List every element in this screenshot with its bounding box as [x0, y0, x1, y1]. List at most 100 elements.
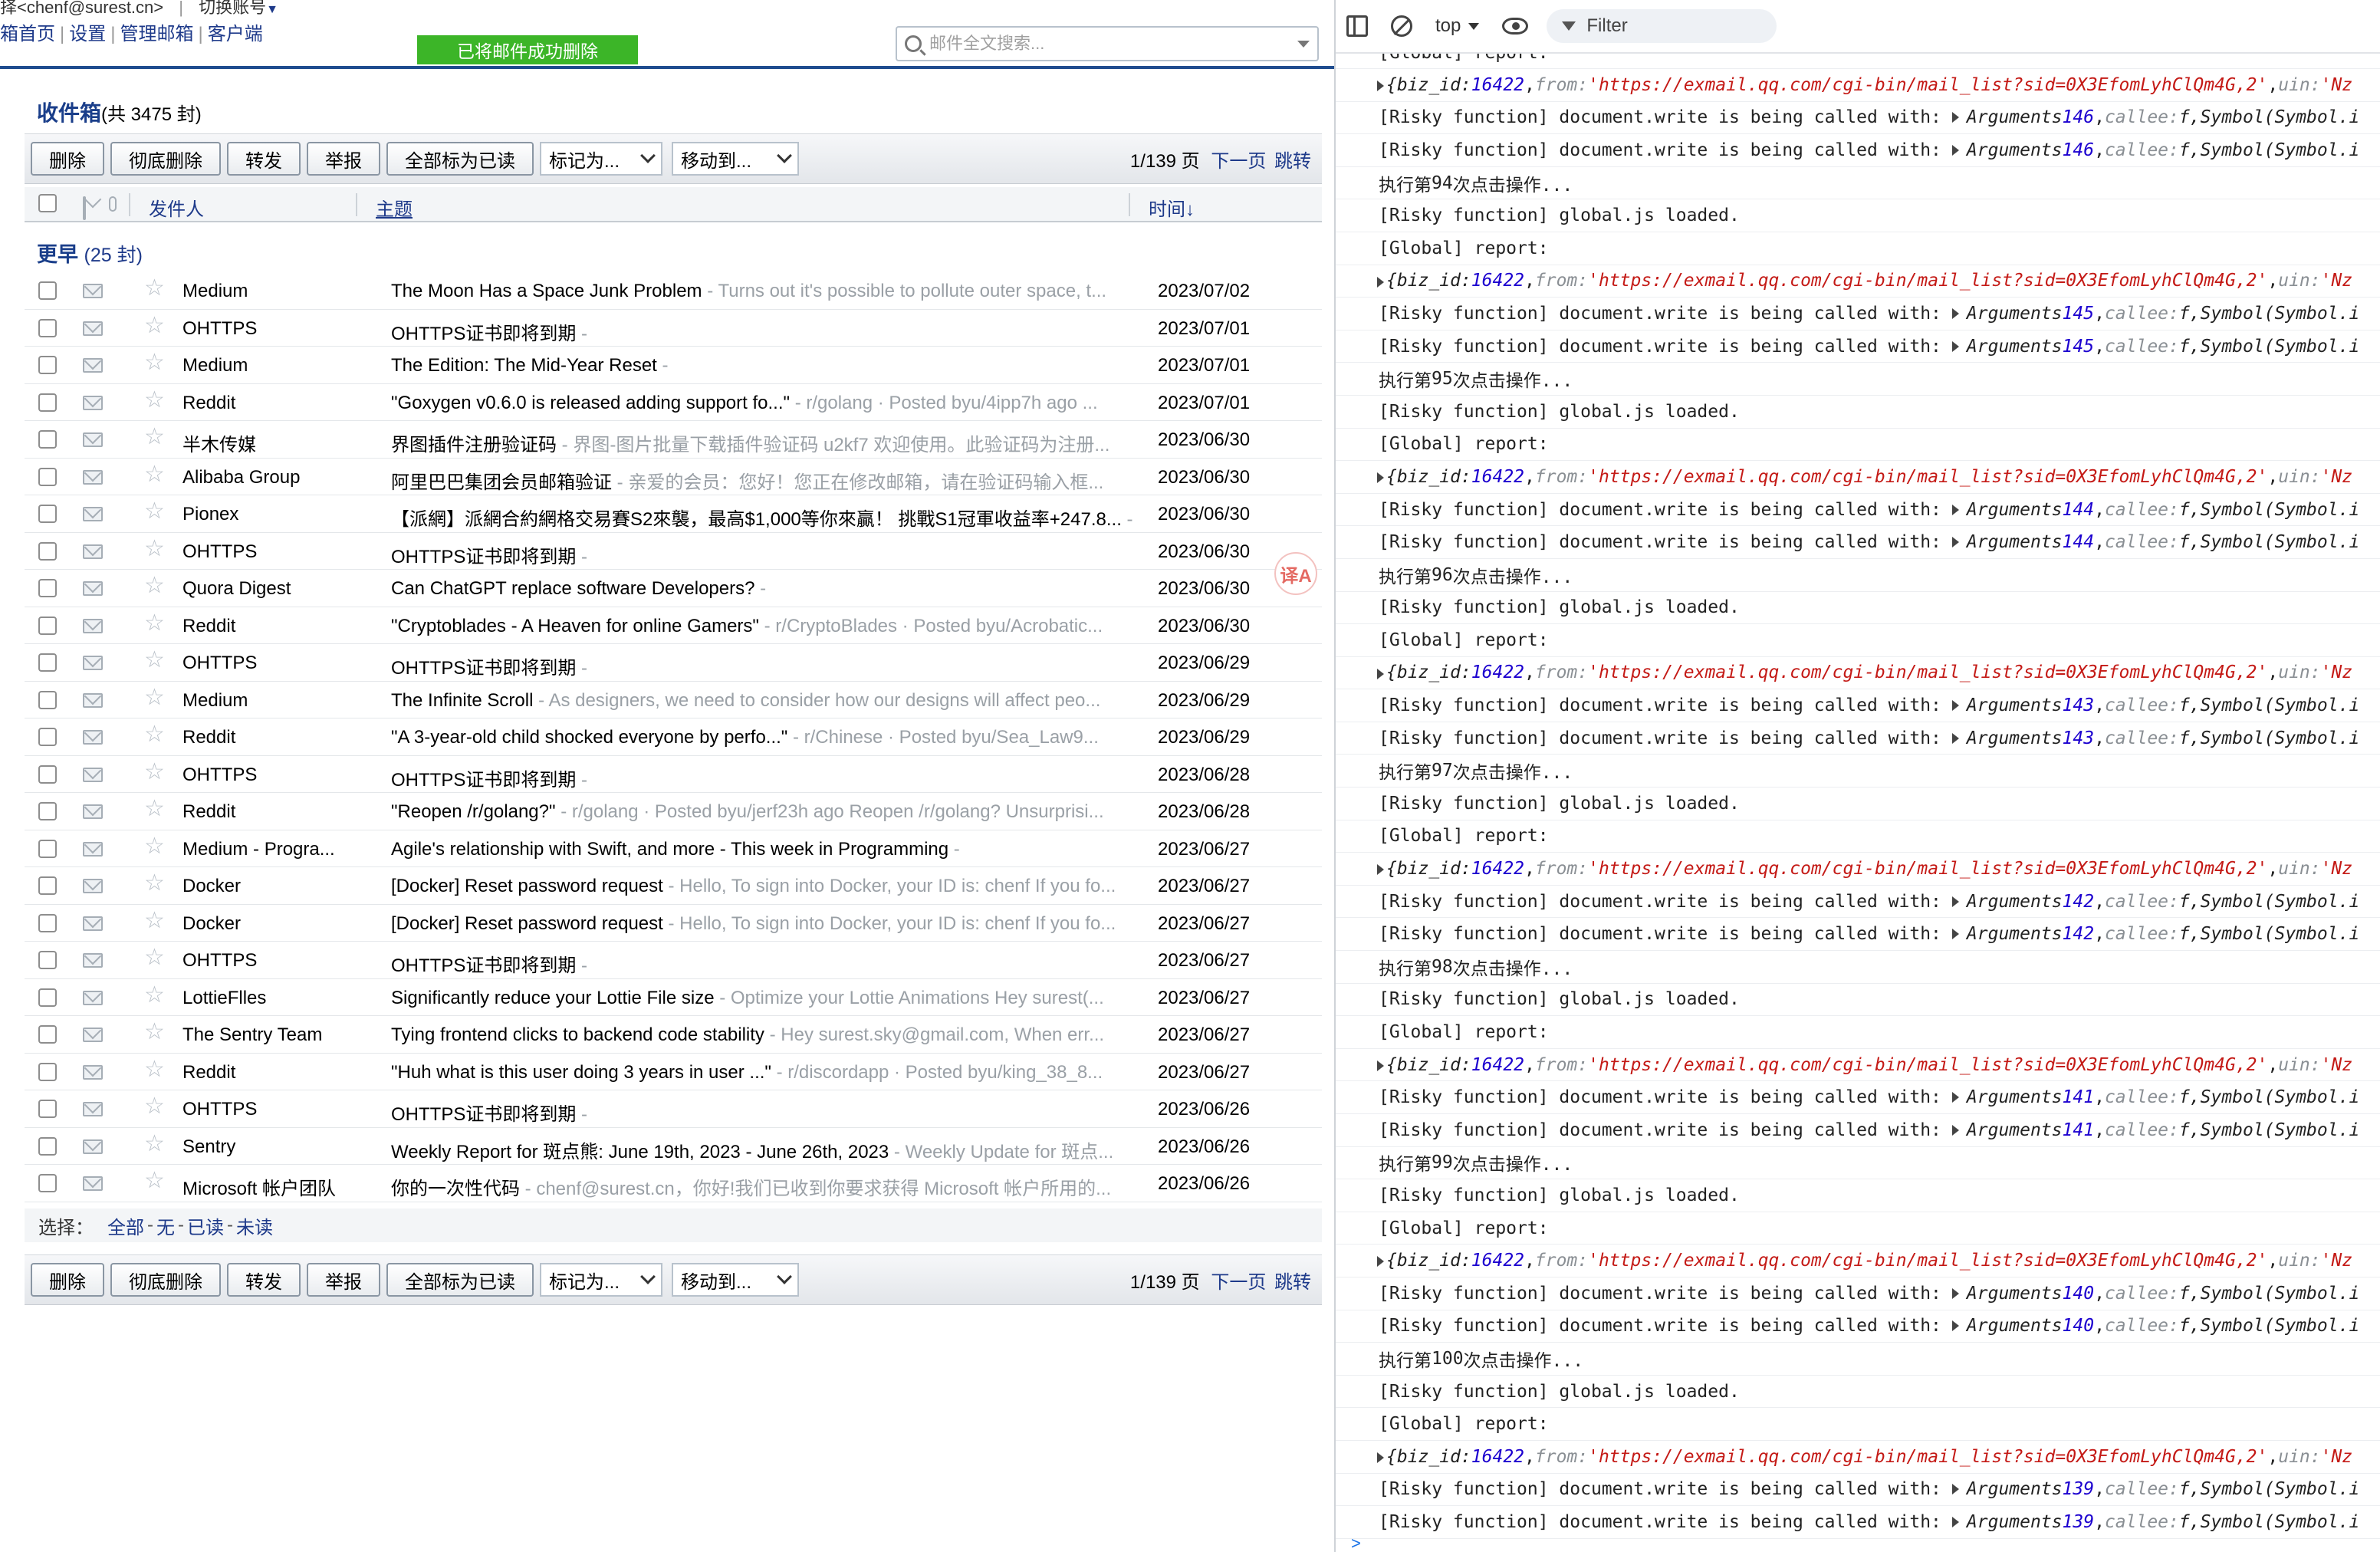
mark-as-select[interactable]: 标记为... — [540, 1263, 662, 1297]
expand-arrow-icon[interactable] — [1951, 307, 1959, 319]
column-subject[interactable]: 主题 — [376, 194, 413, 221]
star-icon[interactable]: ☆ — [144, 1095, 165, 1118]
email-subject[interactable]: "A 3-year-old child shocked everyone by … — [391, 727, 1150, 748]
email-row[interactable]: ☆ Alibaba Group 阿里巴巴集团会员邮箱验证 - 亲爱的会员：您好！您正… — [25, 459, 1322, 495]
nav-link[interactable]: 管理邮箱 — [120, 24, 193, 44]
row-checkbox[interactable] — [38, 467, 57, 486]
move-to-select[interactable]: 移动到... — [672, 1263, 799, 1297]
email-sender[interactable]: The Sentry Team — [182, 1024, 367, 1046]
email-subject[interactable]: 【派網】派網合約網格交易賽S2來襲，最高$1,000等你來贏！ 挑戰S1冠軍收益… — [391, 504, 1150, 531]
select-option[interactable]: 已读 — [187, 1212, 224, 1239]
email-sender[interactable]: Reddit — [182, 1062, 367, 1083]
email-subject[interactable]: Can ChatGPT replace software Developers?… — [391, 578, 1150, 600]
select-option[interactable]: 无 — [156, 1212, 175, 1239]
expand-arrow-icon[interactable] — [1951, 1287, 1959, 1299]
row-checkbox[interactable] — [38, 728, 57, 746]
envelope-icon[interactable] — [83, 196, 86, 220]
star-icon[interactable]: ☆ — [144, 723, 165, 746]
email-sender[interactable]: Medium — [182, 281, 367, 302]
toolbar-button[interactable]: 转发 — [227, 1263, 301, 1297]
email-row[interactable]: ☆ OHTTPS OHTTPS证书即将到期 - 2023/06/27 — [25, 942, 1322, 979]
row-checkbox[interactable] — [38, 541, 57, 561]
row-checkbox[interactable] — [38, 356, 57, 374]
star-icon[interactable]: ☆ — [144, 909, 165, 932]
row-checkbox[interactable] — [38, 951, 57, 969]
expand-arrow-icon[interactable] — [1951, 144, 1959, 156]
star-icon[interactable]: ☆ — [144, 426, 165, 449]
email-sender[interactable]: OHTTPS — [182, 1099, 367, 1120]
nav-link[interactable]: 设置 — [69, 24, 106, 44]
star-icon[interactable]: ☆ — [144, 797, 165, 820]
email-row[interactable]: ☆ Reddit "Goxygen v0.6.0 is released addin… — [25, 384, 1322, 421]
row-checkbox[interactable] — [38, 764, 57, 784]
star-icon[interactable]: ☆ — [144, 314, 165, 337]
email-row[interactable]: ☆ OHTTPS OHTTPS证书即将到期 - 2023/06/29 — [25, 644, 1322, 682]
row-checkbox[interactable] — [38, 988, 57, 1007]
email-sender[interactable]: Quora Digest — [182, 578, 367, 600]
chevron-down-icon[interactable] — [1297, 40, 1310, 48]
toolbar-button[interactable]: 彻底删除 — [110, 1263, 221, 1297]
email-sender[interactable]: Reddit — [182, 616, 367, 637]
row-checkbox[interactable] — [38, 318, 57, 337]
email-row[interactable]: ☆ OHTTPS OHTTPS证书即将到期 - 2023/07/01 — [25, 310, 1322, 347]
chevron-down-icon[interactable]: ▼ — [266, 3, 278, 16]
email-subject[interactable]: The Infinite Scroll - As designers, we n… — [391, 690, 1150, 712]
expand-arrow-icon[interactable] — [1377, 472, 1384, 484]
mail-search[interactable] — [896, 26, 1319, 61]
expand-arrow-icon[interactable] — [1377, 81, 1384, 91]
toolbar-button[interactable]: 彻底删除 — [110, 142, 221, 176]
email-sender[interactable]: Alibaba Group — [182, 467, 367, 488]
star-icon[interactable]: ☆ — [144, 872, 165, 895]
email-row[interactable]: ☆ OHTTPS OHTTPS证书即将到期 - 2023/06/30 — [25, 533, 1322, 570]
row-checkbox[interactable] — [38, 1136, 57, 1156]
email-sender[interactable]: Reddit — [182, 393, 367, 414]
email-subject[interactable]: OHTTPS证书即将到期 - — [391, 950, 1150, 977]
nav-link[interactable]: 箱首页 — [0, 24, 55, 44]
email-subject[interactable]: OHTTPS证书即将到期 - — [391, 653, 1150, 679]
email-row[interactable]: ☆ Pionex 【派網】派網合約網格交易賽S2來襲，最高$1,000等你來贏！ 挑… — [25, 495, 1322, 533]
email-row[interactable]: ☆ Docker [Docker] Reset password request -… — [25, 905, 1322, 942]
toolbar-button[interactable]: 举报 — [307, 1263, 380, 1297]
star-icon[interactable]: ☆ — [144, 760, 165, 784]
row-checkbox[interactable] — [38, 579, 57, 597]
star-icon[interactable]: ☆ — [144, 277, 165, 300]
email-sender[interactable]: Reddit — [182, 801, 367, 823]
row-checkbox[interactable] — [38, 653, 57, 672]
expand-arrow-icon[interactable] — [1951, 112, 1959, 123]
email-sender[interactable]: Docker — [182, 876, 367, 897]
email-row[interactable]: ☆ 半木传媒 界图插件注册验证码 - 界图-图片批量下载插件验证码 u2kf7 欢迎… — [25, 421, 1322, 459]
row-checkbox[interactable] — [38, 876, 57, 895]
email-row[interactable]: ☆ Sentry Weekly Report for 斑点熊: June 19th,… — [25, 1128, 1322, 1165]
expand-arrow-icon[interactable] — [1951, 732, 1959, 744]
column-from[interactable]: 发件人 — [149, 194, 204, 221]
expand-arrow-icon[interactable] — [1951, 504, 1959, 515]
toolbar-button[interactable]: 全部标为已读 — [386, 142, 534, 176]
email-sender[interactable]: OHTTPS — [182, 764, 367, 786]
console-prompt[interactable]: > — [1351, 1534, 1361, 1552]
email-row[interactable]: ☆ Medium The Edition: The Mid-Year Reset -… — [25, 347, 1322, 384]
star-icon[interactable]: ☆ — [144, 649, 165, 672]
star-icon[interactable]: ☆ — [144, 1169, 165, 1192]
email-subject[interactable]: [Docker] Reset password request - Hello,… — [391, 913, 1150, 935]
star-icon[interactable]: ☆ — [144, 351, 165, 374]
context-select[interactable]: top — [1435, 15, 1480, 37]
email-subject[interactable]: 阿里巴巴集团会员邮箱验证 - 亲爱的会员：您好！您正在修改邮箱，请在验证码输入框… — [391, 467, 1150, 494]
next-page-link[interactable]: 下一页 — [1211, 1272, 1266, 1293]
expand-arrow-icon[interactable] — [1377, 668, 1384, 679]
jump-link[interactable]: 跳转 — [1274, 151, 1311, 172]
email-row[interactable]: ☆ The Sentry Team Tying frontend clicks to… — [25, 1016, 1322, 1054]
email-sender[interactable]: OHTTPS — [182, 318, 367, 340]
expand-arrow-icon[interactable] — [1951, 1124, 1959, 1136]
email-row[interactable]: ☆ Medium The Moon Has a Space Junk Problem… — [25, 272, 1322, 310]
email-sender[interactable]: Sentry — [182, 1136, 367, 1158]
email-subject[interactable]: Weekly Report for 斑点熊: June 19th, 2023 -… — [391, 1136, 1150, 1163]
star-icon[interactable]: ☆ — [144, 462, 165, 486]
star-icon[interactable]: ☆ — [144, 1021, 165, 1044]
email-sender[interactable]: Medium — [182, 355, 367, 376]
email-sender[interactable]: 半木传媒 — [182, 429, 367, 456]
row-checkbox[interactable] — [38, 1174, 57, 1192]
group-count-link[interactable]: (25 封) — [84, 245, 143, 266]
email-sender[interactable]: OHTTPS — [182, 653, 367, 674]
email-subject[interactable]: "Reopen /r/golang?" - r/golang · Posted … — [391, 801, 1150, 823]
row-checkbox[interactable] — [38, 616, 57, 635]
